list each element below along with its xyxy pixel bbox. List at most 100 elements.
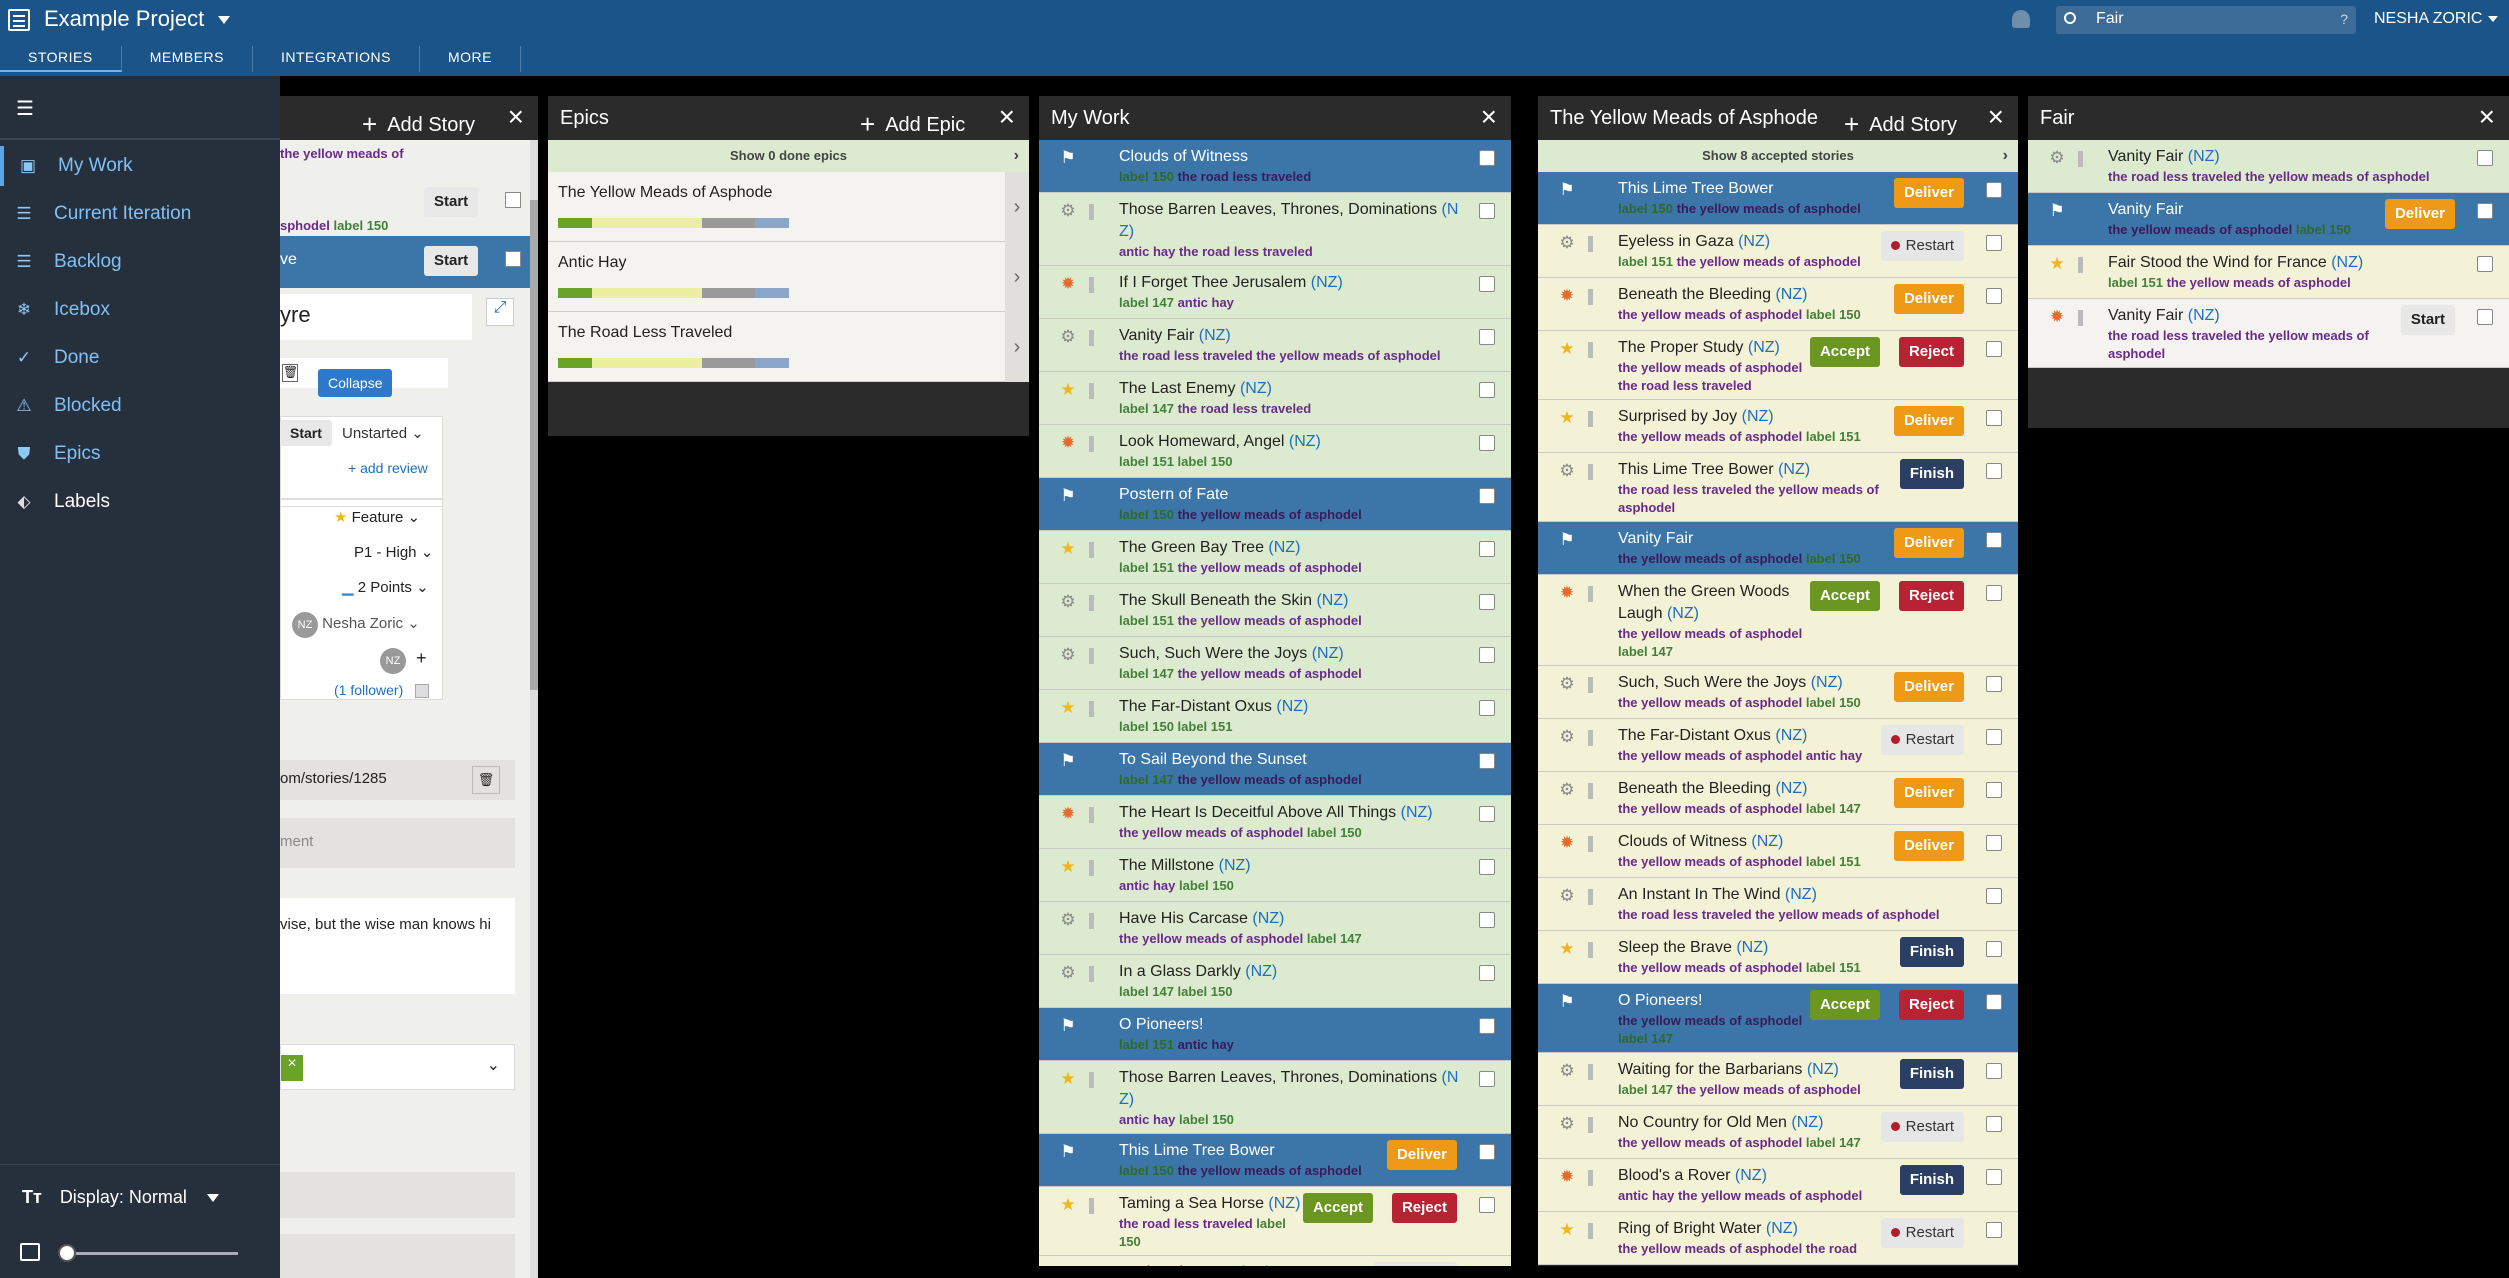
story-row[interactable]: ⚙ Have His Carcase (NZ) the yellow meads o… [1039, 902, 1511, 955]
collapse-sidebar-icon[interactable]: ☰ [16, 96, 34, 121]
story-label[interactable]: the yellow meads of asphodel the road le… [1618, 360, 1802, 393]
story-checkbox[interactable] [1479, 1144, 1495, 1160]
story-label[interactable]: the yellow meads of asphodel [1677, 201, 1861, 216]
show-done-epics[interactable]: Show 0 done epics › [548, 140, 1029, 172]
owner-dropdown[interactable]: NZ Nesha Zoric ⌄ [292, 612, 420, 638]
story-label[interactable]: label 151 [1119, 560, 1174, 575]
search-help-icon[interactable]: ? [2340, 11, 2348, 27]
epic-row[interactable]: Antic Hay › [548, 242, 1029, 312]
story-row[interactable]: ⚙ No Country for Old Men (NZ) Restart the y… [1538, 1106, 2018, 1159]
close-panel-icon[interactable]: × [508, 101, 524, 133]
close-panel-icon[interactable]: × [1481, 101, 1497, 133]
deliver-button[interactable]: Deliver [2384, 199, 2455, 229]
story-row[interactable]: ★ Fair Stood the Wind for France (NZ) labe… [2028, 246, 2509, 299]
tab-stories[interactable]: STORIES [0, 46, 122, 72]
owner-initials[interactable]: (NZ) [1245, 963, 1277, 980]
add-review-link[interactable]: + add review [348, 460, 428, 476]
story-label[interactable]: label 151 [1806, 960, 1861, 975]
owner-initials[interactable]: (NZ) [1791, 1114, 1823, 1131]
story-checkbox[interactable] [1986, 410, 2002, 426]
zoom-slider-handle[interactable] [58, 1244, 76, 1262]
story-label[interactable]: the road less traveled the yellow meads … [1618, 482, 1879, 515]
story-row[interactable]: ★ The Proper Study (NZ) Reject Accept the ye… [1538, 331, 2018, 400]
delete-icon[interactable]: 🗑 [282, 364, 298, 382]
finish-button[interactable]: Finish [1899, 1059, 1964, 1089]
story-checkbox[interactable] [505, 251, 521, 267]
story-row[interactable]: ✹ Blood's a Rover (NZ) Finish antic hay the… [1538, 1159, 2018, 1212]
story-label[interactable]: the road less traveled [1178, 401, 1312, 416]
selected-story-row[interactable]: ve Start [280, 236, 530, 288]
accept-button[interactable]: Accept [1809, 581, 1880, 611]
story-checkbox[interactable] [1479, 541, 1495, 557]
story-label[interactable]: label 147 [1119, 401, 1174, 416]
story-row[interactable]: ⚙ Waiting for the Barbarians (NZ) Finish la… [1538, 1053, 2018, 1106]
sidebar-item-icebox[interactable]: ❄ Icebox [0, 290, 280, 330]
story-row[interactable]: ★ The Far-Distant Oxus (NZ) label 150 labe… [1039, 690, 1511, 743]
owner-initials[interactable]: (NZ) [1276, 698, 1308, 715]
story-row[interactable]: ★ Surprised by Joy (NZ) Deliver the yellow … [1538, 400, 2018, 453]
restart-button[interactable]: Restart [1373, 1262, 1457, 1266]
story-row[interactable]: ⚑ O Pioneers! Reject Accept the yellow meads… [1538, 984, 2018, 1053]
followers-link[interactable]: (1 follower) [334, 682, 403, 698]
story-label[interactable]: antic hay the road less traveled [1119, 244, 1313, 259]
remove-label-icon[interactable]: × [281, 1055, 303, 1081]
sidebar-item-blocked[interactable]: ⚠ Blocked [0, 386, 280, 426]
reject-button[interactable]: Reject [1898, 990, 1964, 1020]
story-label[interactable]: the yellow meads of asphodel [1618, 1135, 1802, 1150]
story-row[interactable]: ✹ Vanity Fair (NZ) Start the road less trav… [2028, 299, 2509, 368]
expand-icon[interactable]: ⤢ [486, 298, 514, 326]
story-checkbox[interactable] [2477, 256, 2493, 272]
story-checkbox[interactable] [1986, 182, 2002, 198]
story-label[interactable]: the yellow meads of asphodel [1119, 825, 1303, 840]
story-type-dropdown[interactable]: ★ Feature ⌄ [334, 508, 420, 526]
story-row[interactable]: ★ Taming a Sea Horse (NZ) Reject Accept the … [1039, 1187, 1511, 1256]
story-checkbox[interactable] [1479, 150, 1495, 166]
story-label[interactable]: label 150 [2296, 222, 2351, 237]
story-label[interactable]: label 151 [2108, 275, 2163, 290]
story-checkbox[interactable] [1986, 782, 2002, 798]
story-label[interactable]: the yellow meads of asphodel [1178, 1163, 1362, 1178]
story-label[interactable]: the road less traveled [1178, 169, 1312, 184]
story-row[interactable]: ⚑ Vanity Fair Deliver the yellow meads of a… [2028, 193, 2509, 246]
accept-button[interactable]: Accept [1809, 337, 1880, 367]
story-row[interactable]: ⚙ Such, Such Were the Joys (NZ) label 147 … [1039, 637, 1511, 690]
story-row[interactable]: ★ Ring of Bright Water (NZ) Restart the yel… [1538, 1212, 2018, 1265]
story-checkbox[interactable] [1986, 341, 2002, 357]
scrollbar-thumb[interactable] [530, 200, 538, 690]
sidebar-item-done[interactable]: ✓ Done [0, 338, 280, 378]
detail-scrollbar[interactable] [530, 140, 538, 1278]
sidebar-item-backlog[interactable]: ☰ Backlog [0, 242, 280, 282]
story-row[interactable]: ⚑ Vanity Fair Deliver the yellow meads of a… [1538, 522, 2018, 575]
story-row[interactable]: ⚙ Vanity Fair (NZ) the road less traveled … [2028, 140, 2509, 193]
story-checkbox[interactable] [1479, 276, 1495, 292]
story-label[interactable]: the yellow meads of asphodel [1618, 801, 1802, 816]
story-label[interactable]: label 151 [1119, 1037, 1174, 1052]
owner-initials[interactable]: (NZ) [2331, 254, 2363, 271]
owner-initials[interactable]: (NZ) [1775, 286, 1807, 303]
story-checkbox[interactable] [1479, 1197, 1495, 1213]
sidebar-item-epics[interactable]: ⛊ Epics [0, 434, 280, 474]
deliver-button[interactable]: Deliver [1893, 178, 1964, 208]
reject-button[interactable]: Reject [1391, 1193, 1457, 1223]
story-checkbox[interactable] [1986, 729, 2002, 745]
story-checkbox[interactable] [1479, 594, 1495, 610]
story-checkbox[interactable] [1479, 700, 1495, 716]
story-label[interactable]: label 150 [1119, 169, 1174, 184]
close-panel-icon[interactable]: × [1988, 101, 2004, 133]
story-label[interactable]: antic hay [1178, 295, 1234, 310]
story-label[interactable]: label 151 [1806, 429, 1861, 444]
follow-checkbox[interactable] [415, 684, 429, 698]
story-label[interactable]: the yellow meads of asphodel [1178, 560, 1362, 575]
story-label[interactable]: the yellow meads of asphodel [1677, 1082, 1861, 1097]
finish-button[interactable]: Finish [1899, 937, 1964, 967]
story-row[interactable]: ⚑ Postern of Fate label 150 the yellow mea… [1039, 478, 1511, 531]
search-input[interactable]: Fair ? [2056, 6, 2356, 34]
project-switcher[interactable]: Example Project [44, 6, 231, 32]
story-row[interactable]: ✹ Beneath the Bleeding (NZ) Deliver the yel… [1538, 278, 2018, 331]
story-checkbox[interactable] [1479, 203, 1495, 219]
story-label[interactable]: the yellow meads of asphodel [1618, 1013, 1802, 1028]
story-label[interactable]: the yellow meads of asphodel [1618, 626, 1802, 641]
deliver-button[interactable]: Deliver [1893, 672, 1964, 702]
story-label[interactable]: label 150 [1806, 551, 1861, 566]
story-label[interactable]: label 147 [1618, 1082, 1673, 1097]
